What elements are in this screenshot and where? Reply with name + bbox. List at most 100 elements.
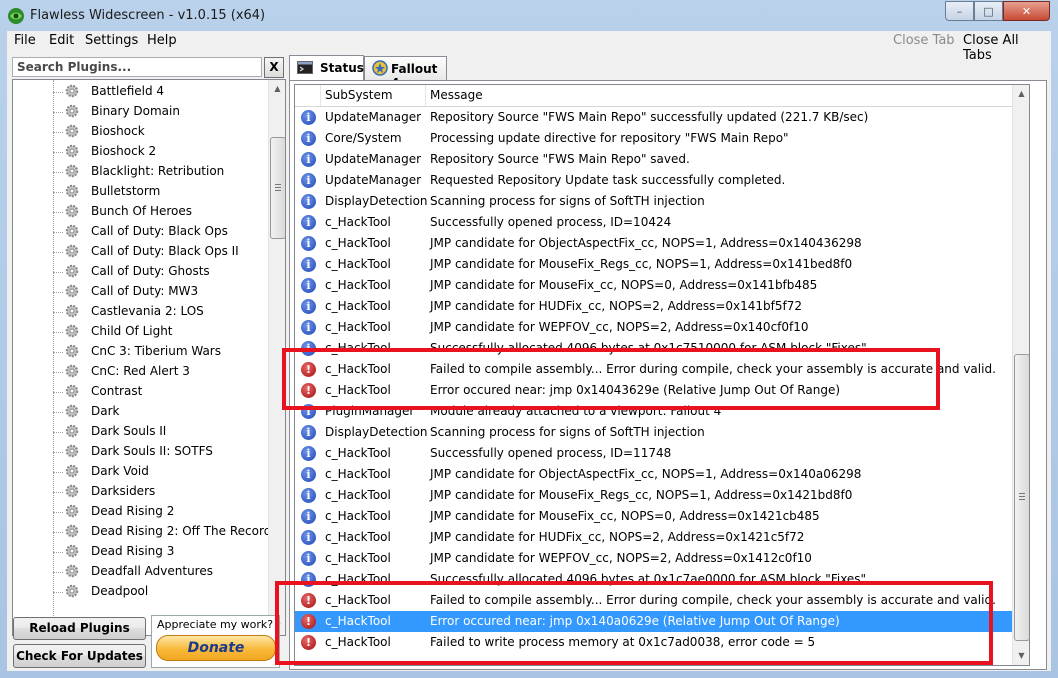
scroll-up-icon[interactable]: ▲ bbox=[269, 80, 285, 97]
log-scroll-down-icon[interactable]: ▼ bbox=[1013, 647, 1029, 664]
log-subsystem: UpdateManager bbox=[325, 173, 422, 187]
log-row[interactable]: i UpdateManager Requested Repository Updat… bbox=[295, 170, 1029, 191]
icon-column-header[interactable] bbox=[295, 85, 321, 106]
search-input[interactable]: Search Plugins... bbox=[12, 57, 262, 77]
log-row[interactable]: i DisplayDetection Scanning process for si… bbox=[295, 191, 1029, 212]
highlight-box-2 bbox=[275, 581, 993, 665]
info-icon: i bbox=[301, 446, 316, 461]
log-row[interactable]: i c_HackTool JMP candidate for WEPFOV_cc, … bbox=[295, 548, 1029, 569]
title-bar[interactable]: Flawless Widescreen - v1.0.15 (x64) – □ … bbox=[0, 0, 1058, 31]
plugin-item[interactable]: Dead Rising 2: Off The Record bbox=[53, 522, 271, 542]
log-row[interactable]: i Core/System Processing update directive … bbox=[295, 128, 1029, 149]
plugin-item[interactable]: Bioshock 2 bbox=[53, 142, 263, 162]
log-scroll-thumb[interactable] bbox=[1014, 354, 1029, 641]
log-row[interactable]: i DisplayDetection Scanning process for si… bbox=[295, 422, 1029, 443]
log-row[interactable]: i c_HackTool JMP candidate for HUDFix_cc, … bbox=[295, 527, 1029, 548]
tab-fallout-4[interactable]: Fallout 4 bbox=[364, 56, 447, 90]
log-message: Requested Repository Update task success… bbox=[430, 173, 786, 187]
info-icon: i bbox=[301, 425, 316, 440]
clear-search-button[interactable]: X bbox=[264, 57, 284, 78]
menu-edit[interactable]: Edit bbox=[49, 33, 74, 48]
plugin-item[interactable]: Bioshock bbox=[53, 122, 263, 142]
plugin-item[interactable]: Battlefield 4 bbox=[53, 82, 263, 102]
plugin-item[interactable]: Dead Rising 2 bbox=[53, 502, 263, 522]
log-row[interactable]: i c_HackTool JMP candidate for MouseFix_cc… bbox=[295, 506, 1029, 527]
plugin-item[interactable]: CnC: Red Alert 3 bbox=[53, 362, 263, 382]
plugin-item[interactable]: Dark Souls II bbox=[53, 422, 263, 442]
plugin-item[interactable]: Contrast bbox=[53, 382, 263, 402]
plugin-item-label: Bioshock 2 bbox=[91, 144, 157, 158]
log-subsystem: c_HackTool bbox=[325, 509, 391, 523]
info-icon: i bbox=[301, 131, 316, 146]
info-icon: i bbox=[301, 194, 316, 209]
scroll-thumb[interactable] bbox=[270, 137, 285, 239]
info-icon: i bbox=[301, 509, 316, 524]
plugin-item[interactable]: Binary Domain bbox=[53, 102, 263, 122]
plugin-item[interactable]: Call of Duty: Black Ops II bbox=[53, 242, 263, 262]
gear-icon bbox=[65, 124, 79, 138]
log-row[interactable]: i c_HackTool JMP candidate for MouseFix_cc… bbox=[295, 275, 1029, 296]
tab-status[interactable]: Status bbox=[289, 55, 364, 81]
message-column-header[interactable]: Message bbox=[425, 85, 1012, 106]
gear-icon bbox=[65, 344, 79, 358]
log-row[interactable]: i c_HackTool JMP candidate for MouseFix_Re… bbox=[295, 254, 1029, 275]
plugin-item[interactable]: Castlevania 2: LOS bbox=[53, 302, 263, 322]
log-scrollbar[interactable]: ▲ ▼ bbox=[1012, 85, 1029, 665]
log-row[interactable]: i c_HackTool JMP candidate for ObjectAspec… bbox=[295, 464, 1029, 485]
close-window-button[interactable]: ✕ bbox=[1003, 1, 1050, 21]
log-message: Scanning process for signs of SoftTH inj… bbox=[430, 194, 705, 208]
log-scroll-up-icon[interactable]: ▲ bbox=[1013, 85, 1029, 102]
plugin-item[interactable]: CnC 3: Tiberium Wars bbox=[53, 342, 263, 362]
log-subsystem: Core/System bbox=[325, 131, 402, 145]
menu-file[interactable]: File bbox=[14, 33, 36, 48]
menu-settings[interactable]: Settings bbox=[85, 33, 138, 48]
info-icon: i bbox=[301, 215, 316, 230]
tab-strip: Status Fallout 4 bbox=[289, 55, 1049, 90]
gear-icon bbox=[65, 564, 79, 578]
plugin-item[interactable]: Dead Rising 3 bbox=[53, 542, 263, 562]
log-row[interactable]: i c_HackTool JMP candidate for MouseFix_Re… bbox=[295, 485, 1029, 506]
subsystem-column-header[interactable]: SubSystem bbox=[320, 85, 426, 106]
log-subsystem: UpdateManager bbox=[325, 152, 422, 166]
reload-plugins-button[interactable]: Reload Plugins bbox=[13, 617, 146, 640]
log-message: JMP candidate for MouseFix_cc, NOPS=0, A… bbox=[430, 509, 820, 523]
maximize-button[interactable]: □ bbox=[974, 1, 1003, 21]
plugin-item[interactable]: Call of Duty: Black Ops bbox=[53, 222, 263, 242]
plugin-item-label: Dark Souls II bbox=[91, 424, 167, 438]
menu-help[interactable]: Help bbox=[147, 33, 177, 48]
plugin-item[interactable]: Blacklight: Retribution bbox=[53, 162, 263, 182]
log-row[interactable]: i c_HackTool JMP candidate for ObjectAspec… bbox=[295, 233, 1029, 254]
log-subsystem: DisplayDetection bbox=[325, 425, 428, 439]
log-subsystem: c_HackTool bbox=[325, 236, 391, 250]
donate-button[interactable]: Donate bbox=[156, 635, 276, 661]
gear-icon bbox=[65, 184, 79, 198]
plugin-item[interactable]: Deadfall Adventures bbox=[53, 562, 263, 582]
plugin-item[interactable]: Dark Void bbox=[53, 462, 263, 482]
plugin-item[interactable]: Bunch Of Heroes bbox=[53, 202, 263, 222]
plugin-item[interactable]: Dark bbox=[53, 402, 263, 422]
plugin-item-label: Binary Domain bbox=[91, 104, 180, 118]
log-row[interactable]: i UpdateManager Repository Source "FWS Mai… bbox=[295, 149, 1029, 170]
plugin-item[interactable]: Bulletstorm bbox=[53, 182, 263, 202]
log-subsystem: c_HackTool bbox=[325, 320, 391, 334]
plugin-item[interactable]: Call of Duty: MW3 bbox=[53, 282, 263, 302]
plugin-item-label: Bunch Of Heroes bbox=[91, 204, 192, 218]
plugin-item-label: Call of Duty: Black Ops II bbox=[91, 244, 239, 258]
log-row[interactable]: i UpdateManager Repository Source "FWS Mai… bbox=[295, 107, 1029, 128]
maximize-icon: □ bbox=[983, 4, 994, 18]
check-updates-button[interactable]: Check For Updates bbox=[13, 644, 146, 668]
log-row[interactable]: i c_HackTool Successfully opened process, … bbox=[295, 212, 1029, 233]
log-message: Repository Source "FWS Main Repo" succes… bbox=[430, 110, 869, 124]
plugin-item[interactable]: Child Of Light bbox=[53, 322, 263, 342]
minimize-button[interactable]: – bbox=[945, 1, 974, 21]
log-row[interactable]: i c_HackTool JMP candidate for HUDFix_cc, … bbox=[295, 296, 1029, 317]
log-row[interactable]: i c_HackTool Successfully opened process, … bbox=[295, 443, 1029, 464]
plugin-item[interactable]: Deadpool bbox=[53, 582, 263, 602]
plugin-item-label: Call of Duty: Black Ops bbox=[91, 224, 228, 238]
plugin-item[interactable]: Dark Souls II: SOTFS bbox=[53, 442, 263, 462]
log-row[interactable]: i c_HackTool JMP candidate for WEPFOV_cc, … bbox=[295, 317, 1029, 338]
close-tab-button[interactable]: Close Tab bbox=[893, 33, 955, 48]
plugin-item[interactable]: Darksiders bbox=[53, 482, 263, 502]
info-icon: i bbox=[301, 299, 316, 314]
plugin-item[interactable]: Call of Duty: Ghosts bbox=[53, 262, 263, 282]
